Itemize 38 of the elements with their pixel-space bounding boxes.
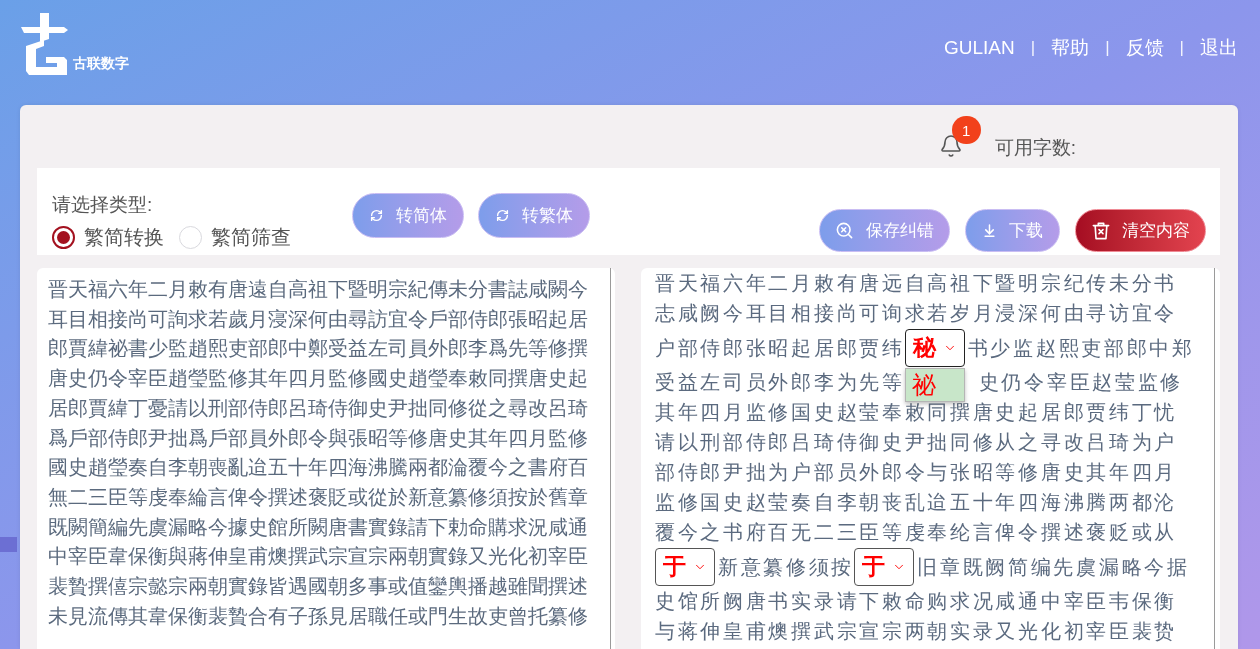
converted-text[interactable]: 户部侍郎张昭起居郎贾纬 — [655, 332, 905, 363]
radio-label[interactable]: 繁简筛查 — [211, 224, 291, 250]
bell-icon[interactable] — [938, 134, 963, 158]
clear-content-button[interactable]: 清空内容 — [1075, 209, 1206, 252]
type-label: 请选择类型: — [52, 193, 153, 217]
converted-text[interactable]: 监修国史赵莹奏自李朝丧乱迨五十年四海沸腾两都沦 — [655, 487, 1178, 517]
converted-text[interactable]: 覆今之书府百无二三臣等虔奉纶言俾令撰述褒贬或从 — [655, 517, 1178, 547]
refresh-icon — [369, 209, 383, 222]
converted-text[interactable]: 晋天福六年二月敕有唐远自高祖下暨明宗纪传未分书 — [655, 268, 1178, 298]
character-dropdown[interactable]: 于 — [655, 547, 715, 586]
converted-text[interactable]: 新意纂修须按 — [718, 551, 855, 582]
converted-text[interactable]: 书少监赵熙吏部郎中郑 — [967, 332, 1195, 363]
converted-text[interactable]: 志咸阙今耳目相接尚可询求若岁月浸深何由寻访宜令 — [655, 298, 1178, 328]
converted-text[interactable]: 史馆所阙唐书实录请下敕命购求况咸通中宰臣韦保衡 — [655, 586, 1178, 616]
nav-separator: | — [1030, 37, 1036, 59]
logo-text: 古联数字 — [73, 56, 129, 70]
source-text[interactable]: 晋天福六年二月敕有唐遠自高祖下暨明宗紀傳未分書誌咸闕今耳目相接尚可詢求若歲月寖深何由尋訪宜令戶部侍郎張昭起居郎賈緯祕書少監趙熙吏部郎中鄭受益左司員外郎李爲先等修撰唐史仍令宰臣趙瑩監修其年四月監修國史趙瑩奉敕同撰唐史起居郎賈緯丁憂請以刑部侍郎呂琦侍御史尹拙同修從之尋改呂琦爲戶部侍郎尹拙爲戶部員外郎令與張昭等修唐史其年四月監修國史趙瑩奏自李朝喪亂迨五十年四海沸騰兩都淪覆今之書府百無二三臣等虔奉綸言俾令撰述褒貶或從於新意纂修須按於舊章既闕簡編先虞漏略今據史館所闕唐書實錄請下勅命購求況咸通中宰臣韋保衡與蔣伸皇甫燠撰武宗宣宗兩朝實錄又光化初宰臣裴贄撰僖宗懿宗兩朝實錄皆遇國朝多事或值鑾輿播越雖聞撰述未見流傳其韋保衡裴贄合有子孫見居職任或門生故吏曾托纂修 — [48, 275, 588, 632]
background-shape — [0, 537, 17, 552]
search-x-icon — [835, 221, 854, 240]
nav-separator: | — [1105, 37, 1110, 59]
character-dropdown[interactable]: 秘 — [904, 328, 965, 367]
character-dropdown[interactable]: 于 — [854, 547, 915, 586]
radio-button[interactable] — [52, 225, 75, 249]
dropdown-option[interactable]: 祕 — [904, 367, 965, 402]
converted-text[interactable]: 与蒋伸皇甫燠撰武宗宣宗两朝实录又光化初宰臣裴贽 — [655, 616, 1178, 646]
nav-separator: | — [1179, 37, 1184, 59]
word-count-label: 可用字数: — [994, 136, 1076, 160]
refresh-icon — [495, 209, 509, 222]
download-icon — [982, 223, 997, 238]
logo-drawing — [20, 12, 70, 76]
notification-badge: 1 — [951, 116, 981, 144]
trash-icon — [1091, 221, 1110, 240]
converted-text[interactable]: 部侍郎尹拙为户部员外郎令与张昭等修唐史其年四月 — [655, 457, 1178, 487]
converted-text[interactable]: 受益左司员外郎李为先等 — [655, 367, 905, 397]
converted-text[interactable]: 史仍令宰臣赵莹监修 — [978, 367, 1183, 397]
radio-label[interactable]: 繁简转换 — [84, 224, 164, 250]
converted-text[interactable]: 旧章既阙简编先虞漏略今据 — [917, 551, 1190, 582]
converted-text[interactable]: 请以刑部侍郎吕琦侍御史尹拙同修从之寻改吕琦为户 — [655, 427, 1178, 457]
